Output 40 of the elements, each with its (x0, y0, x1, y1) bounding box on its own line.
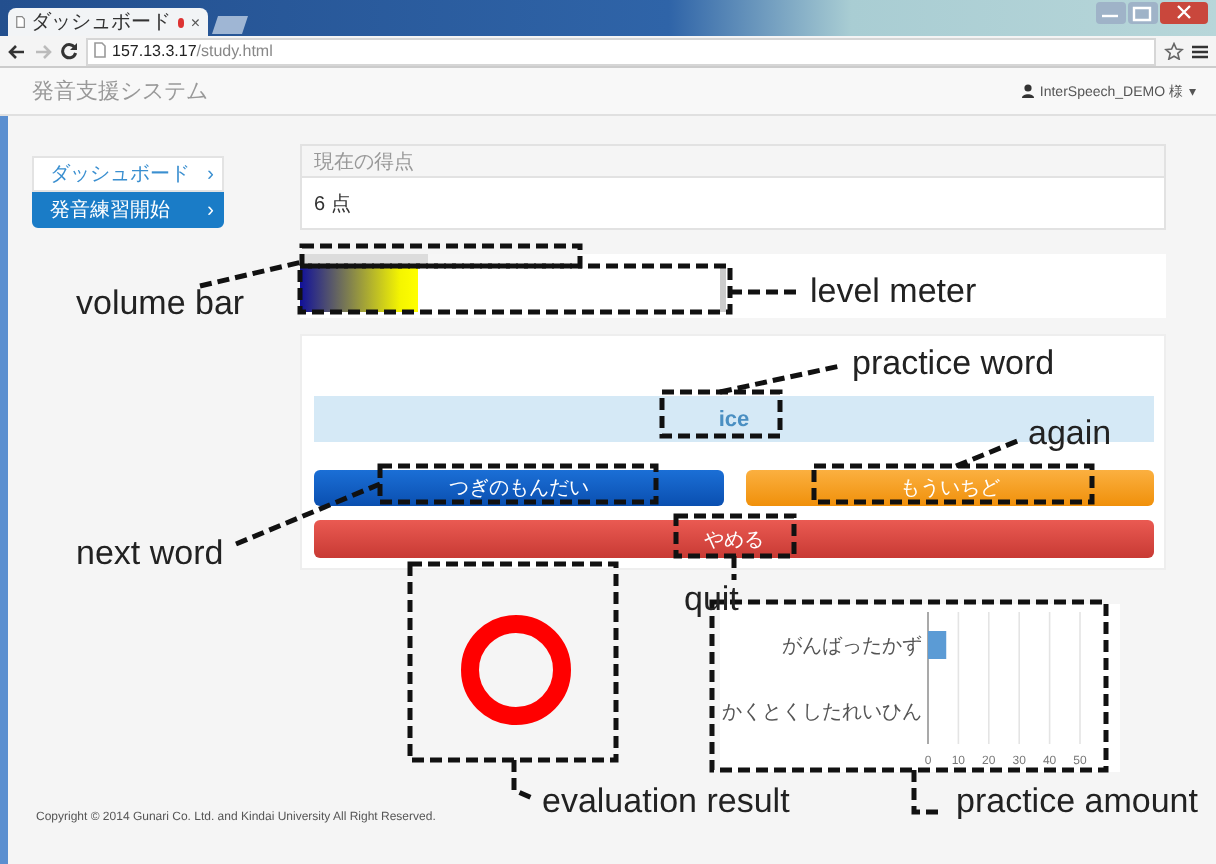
leader-line (911, 770, 944, 815)
new-tab-icon[interactable] (212, 16, 248, 34)
leader-line (731, 556, 737, 580)
sidebar-item[interactable]: 発音練習開始 › (32, 192, 224, 228)
panel-heading: 現在の得点 (302, 146, 1164, 178)
address-field[interactable]: 157.13.3.17/study.html (86, 37, 1156, 65)
star-icon[interactable] (1164, 42, 1184, 60)
tab-title: ダッシュボード (31, 10, 172, 36)
bar (928, 631, 947, 659)
annotation-label: practice word (852, 346, 1055, 382)
annotation-label: evaluation result (542, 784, 790, 820)
annotation-label: practice amount (956, 784, 1198, 820)
recording-dot-icon (177, 17, 185, 27)
quit-button[interactable]: やめる (314, 520, 1154, 558)
callout-box (659, 389, 783, 439)
reload-icon[interactable] (60, 42, 78, 60)
category-label: かくとくしたれいひん (722, 702, 922, 724)
leader-line (199, 259, 303, 289)
annotation-label: level meter (810, 274, 977, 310)
category-label: がんばったかず (782, 636, 922, 658)
annotation-label: again (1028, 416, 1112, 452)
leader-line (730, 289, 800, 295)
leader-line (511, 760, 533, 801)
user-icon (1021, 84, 1034, 98)
close-icon[interactable] (1160, 2, 1208, 24)
sidebar-item[interactable]: ダッシュボード › (32, 156, 224, 192)
menu-icon[interactable] (1192, 43, 1208, 59)
next-word-button[interactable]: つぎのもんだい (314, 470, 723, 506)
page-icon (94, 41, 106, 57)
browser-tab[interactable]: ダッシュボード × (8, 8, 208, 36)
back-arrow-icon[interactable] (8, 43, 26, 59)
score-text: 6 点 (312, 191, 353, 219)
tab-close-button[interactable]: × (190, 13, 200, 31)
page-icon (16, 14, 26, 30)
leader-line (719, 363, 841, 395)
callout-box (673, 513, 797, 559)
leader-line (955, 437, 1021, 469)
annotation-label: volume bar (76, 286, 245, 322)
annotation-label: quit (684, 582, 739, 618)
annotation-label: next word (76, 536, 224, 572)
